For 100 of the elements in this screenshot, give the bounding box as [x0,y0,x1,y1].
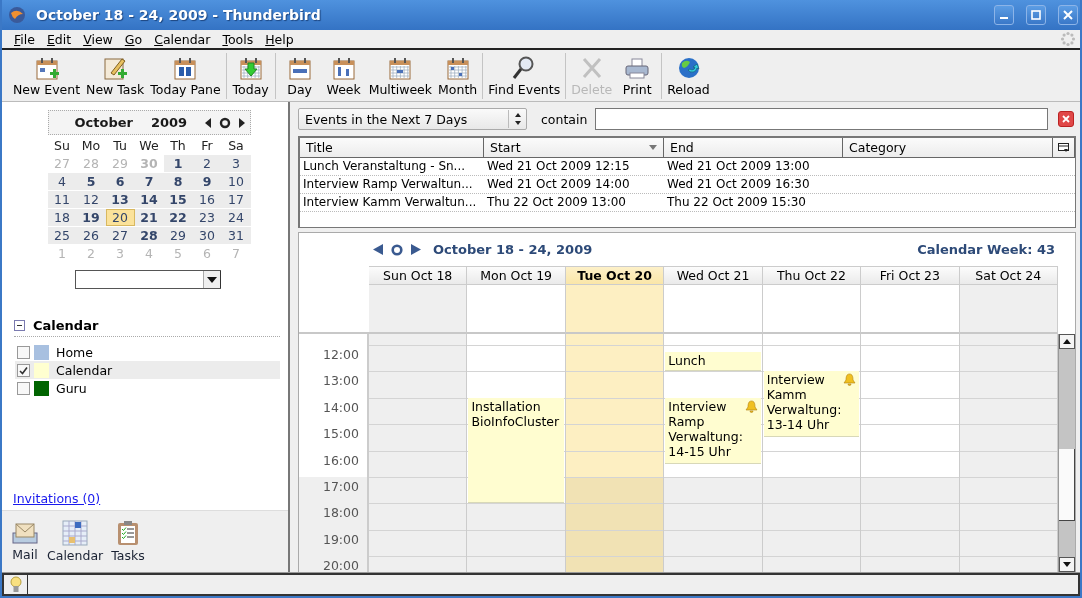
day-header[interactable]: Wed Oct 21 [664,266,763,285]
minimize-button[interactable] [994,5,1014,25]
off-hours-slot[interactable] [467,503,565,530]
next-month-button[interactable] [239,115,246,130]
toolbar-button[interactable]: New Task [83,51,148,100]
calendar-day[interactable]: 29 [163,227,193,244]
mode-tab[interactable]: Tasks [108,520,148,563]
off-hours-slot[interactable] [762,476,861,504]
menu-item[interactable]: Calendar [148,31,217,47]
invitations-link[interactable]: Invitations (0) [13,491,101,506]
checkbox[interactable] [17,381,30,395]
all-day-slot[interactable] [467,285,566,334]
off-hours-slot[interactable] [762,503,861,530]
calendar-day[interactable]: 26 [76,227,106,244]
day-column[interactable]: Installation BioInfoCluster [467,334,566,572]
today-button[interactable] [219,115,232,130]
calendar-day[interactable]: 5 [76,173,106,190]
off-hours-slot[interactable] [664,529,762,557]
day-header[interactable]: Sun Oct 18 [369,266,468,285]
off-hours-slot[interactable] [861,476,959,504]
mode-tab[interactable]: Calendar [44,520,107,563]
toolbar-button[interactable]: Week [321,51,366,100]
calendar-day[interactable]: 7 [134,173,164,190]
previous-month-button[interactable] [205,115,212,130]
calendar-day[interactable]: 12 [76,191,106,208]
toolbar-button[interactable]: Day [277,51,322,100]
calendar-day[interactable]: 3 [221,155,251,172]
off-hours-slot[interactable] [861,529,959,557]
menu-item[interactable]: Go [118,31,149,47]
day-column[interactable] [861,334,960,572]
calendar-day[interactable]: 6 [105,173,135,190]
day-column[interactable]: Interview Kamm Verwaltung: 13-14 Uhr [762,334,862,572]
close-button[interactable] [1058,5,1078,25]
menu-item[interactable]: View [77,31,119,47]
calendar-row[interactable]: Guru [15,379,280,397]
off-hours-slot[interactable] [762,529,861,557]
calendar-day[interactable]: 19 [76,209,106,226]
column-picker-button[interactable] [1053,138,1075,158]
all-day-slot[interactable] [369,285,468,334]
next-week-button[interactable] [411,244,421,255]
filter-select[interactable]: Events in the Next 7 Days [298,108,527,130]
menu-item[interactable]: Help [259,31,300,47]
calendar-row[interactable]: Home [15,343,280,361]
calendar-day[interactable]: 21 [134,209,164,226]
previous-week-button[interactable] [373,244,383,255]
toolbar-button[interactable]: Multiweek [365,51,436,100]
scrollbar[interactable] [1058,334,1075,572]
day-column[interactable]: Lunch Interview Ramp Verwaltung: 14-15 Uhr [664,334,763,572]
scroll-down-button[interactable] [1059,557,1075,572]
all-day-slot[interactable] [565,285,665,334]
calendar-day[interactable]: 31 [221,227,251,244]
calendar-day[interactable]: 23 [192,209,222,226]
calendar-day[interactable]: 25 [47,227,77,244]
off-hours-slot[interactable] [467,529,565,557]
day-header[interactable]: Fri Oct 23 [861,266,960,285]
calendar-event[interactable]: Installation BioInfoCluster [468,397,564,504]
toolbar-button[interactable]: Reload [664,51,713,100]
day-header[interactable]: Mon Oct 19 [467,266,566,285]
all-day-slot[interactable] [861,285,960,334]
calendar-day[interactable]: 1 [163,155,193,172]
today-button[interactable] [391,243,403,256]
day-header[interactable]: Thu Oct 22 [762,266,862,285]
menu-item[interactable]: Edit [40,31,78,47]
column-header[interactable]: End [664,138,843,158]
calendar-day[interactable]: 17 [221,191,251,208]
calendar-day[interactable]: 11 [47,191,77,208]
mode-tab[interactable]: Mail [8,521,42,562]
calendar-day[interactable]: 14 [134,191,164,208]
toolbar-button[interactable]: Today [228,51,273,100]
calendar-event[interactable]: Interview Ramp Verwaltung: 14-15 Uhr [665,397,761,464]
calendar-day[interactable]: 30 [192,227,222,244]
day-header[interactable]: Tue Oct 20 [565,266,665,285]
off-hours-slot[interactable] [664,503,762,530]
maximize-button[interactable] [1026,5,1046,25]
scroll-up-button[interactable] [1059,334,1075,349]
calendar-day[interactable]: 15 [163,191,193,208]
calendar-day[interactable]: 24 [221,209,251,226]
calendar-day[interactable]: 9 [192,173,222,190]
off-hours-slot[interactable] [664,476,762,504]
column-header[interactable]: Start [484,138,664,158]
clear-button[interactable] [1058,111,1074,127]
menu-item[interactable]: Tools [216,31,260,47]
scrollbar-thumb[interactable] [1059,449,1075,521]
all-day-slot[interactable] [762,285,862,334]
menu-item[interactable]: File [8,31,41,47]
calendar-day[interactable]: 4 [47,173,77,190]
checkbox[interactable] [17,345,30,359]
calendar-row[interactable]: Calendar [15,361,280,379]
day-header[interactable]: Sat Oct 24 [959,266,1058,285]
calendar-day[interactable]: 8 [163,173,193,190]
calendar-day[interactable]: 18 [47,209,77,226]
calendar-event[interactable]: Lunch [665,351,761,372]
checkbox[interactable] [17,363,30,377]
toolbar-button[interactable]: Month [435,51,481,100]
day-column[interactable] [565,334,665,572]
toolbar-button[interactable]: Print [615,51,660,100]
calendar-day[interactable]: 27 [105,227,135,244]
calendar-day[interactable]: 2 [192,155,222,172]
column-header[interactable]: Category [843,138,1053,158]
search-field[interactable] [595,108,1048,130]
